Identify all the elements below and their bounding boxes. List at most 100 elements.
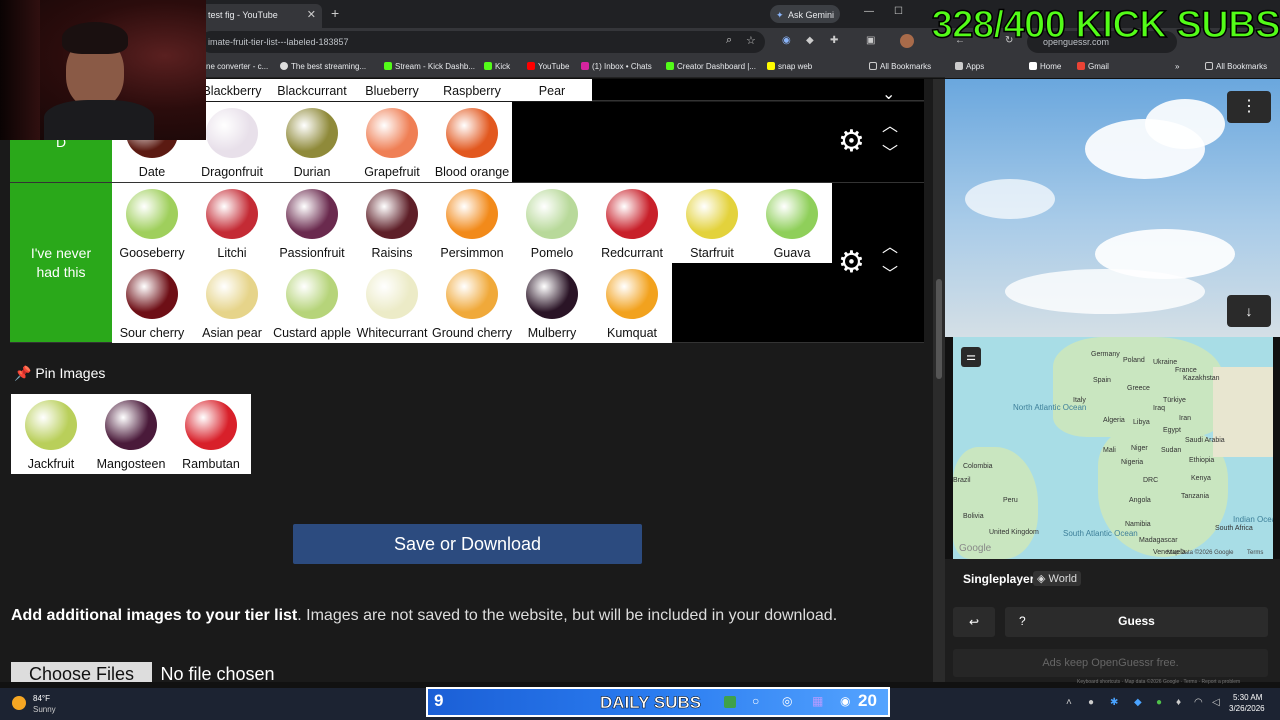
fruit-tile[interactable]: Guava <box>752 183 832 263</box>
puzzle-icon[interactable]: ✚ <box>830 35 838 46</box>
add-images-text: Add additional images to your tier list.… <box>11 607 837 625</box>
fruit-tile[interactable]: Gooseberry <box>112 183 192 263</box>
mic-icon[interactable]: ♦ <box>1176 697 1181 708</box>
fruit-tile[interactable]: Passionfruit <box>272 183 352 263</box>
chevron-up-icon[interactable]: ︿ <box>882 240 898 256</box>
tray-icon[interactable]: ● <box>1088 697 1094 708</box>
new-tab-button[interactable]: + <box>331 5 339 21</box>
tab-title: test fig - YouTube <box>208 10 278 20</box>
bookmark-item[interactable]: Stream - Kick Dashb... <box>384 62 475 71</box>
terms-link[interactable]: Terms <box>1247 550 1263 556</box>
gear-icon[interactable]: ⚙ <box>838 127 865 157</box>
chevron-down-icon[interactable]: ﹀ <box>882 267 898 283</box>
bookmark-item[interactable]: Kick <box>484 62 510 71</box>
sidepanel-icon[interactable]: ▣ <box>866 35 875 46</box>
address-bar[interactable]: imate-fruit-tier-list---labeled-183857 ⌕… <box>200 31 765 53</box>
save-download-button[interactable]: Save or Download <box>293 524 642 564</box>
fruit-tile[interactable]: Blood orange <box>432 102 512 182</box>
fruit-tile[interactable]: Blackcurrant <box>272 79 352 101</box>
fruit-tile[interactable]: Raspberry <box>432 79 512 101</box>
clock-time[interactable]: 5:30 AM <box>1233 693 1262 702</box>
pin-images-label: Pin Images <box>35 365 106 381</box>
chevron-up-icon[interactable]: ︿ <box>882 119 898 135</box>
app-icon[interactable]: ▦ <box>812 694 823 708</box>
bookmark-item[interactable]: The best streaming... <box>280 62 366 71</box>
active-tab[interactable]: test fig - YouTube ✕ <box>200 4 322 28</box>
bluetooth-icon[interactable]: ✱ <box>1110 697 1118 708</box>
fruit-tile[interactable]: Redcurrant <box>592 183 672 263</box>
chevron-up-icon[interactable]: ˄ <box>1066 697 1072 708</box>
star-icon[interactable]: ☆ <box>746 34 756 47</box>
chevron-down-icon[interactable]: ⌄ <box>882 87 895 103</box>
minimize-icon[interactable]: — <box>864 6 874 17</box>
chrome-icon[interactable]: ◉ <box>840 694 850 708</box>
fruit-label: Dragonfruit <box>201 165 263 179</box>
chevron-right-icon[interactable]: » <box>1175 62 1179 71</box>
bookmark-item[interactable]: (1) Inbox • Chats <box>581 62 652 71</box>
fruit-tile[interactable]: Pomelo <box>512 183 592 263</box>
all-bookmarks[interactable]: All Bookmarks <box>869 62 931 71</box>
app-icon[interactable] <box>724 696 736 708</box>
tray-icon[interactable]: ● <box>1156 697 1162 708</box>
extension-icon[interactable]: ◉ <box>782 35 791 46</box>
map-settings-icon[interactable]: ⚌ <box>961 347 981 367</box>
fruit-image <box>526 269 578 319</box>
gear-icon[interactable]: ⚙ <box>838 248 865 278</box>
bookmark-item[interactable]: snap web <box>767 62 812 71</box>
map-label: Colombia <box>963 463 993 470</box>
fruit-tile[interactable]: Raisins <box>352 183 432 263</box>
zoom-icon[interactable]: ⌕ <box>726 34 732 47</box>
bookmark-item[interactable]: ne converter - c... <box>206 62 268 71</box>
fruit-image <box>206 189 258 239</box>
undo-button[interactable]: ↩ <box>953 607 995 637</box>
bookmark-item[interactable]: Home <box>1029 62 1061 71</box>
fruit-tile[interactable]: Starfruit <box>672 183 752 263</box>
app-icon[interactable]: ◎ <box>782 694 792 708</box>
fruit-tile[interactable]: Kumquat <box>592 263 672 343</box>
volume-icon[interactable]: ◁ <box>1212 697 1220 708</box>
clock-date[interactable]: 3/26/2026 <box>1229 704 1265 713</box>
fruit-tile[interactable]: Asian pear <box>192 263 272 343</box>
close-icon[interactable]: ✕ <box>307 8 316 21</box>
fruit-tile[interactable]: Whitecurrant <box>352 263 432 343</box>
page-scrollbar[interactable] <box>933 79 945 682</box>
fruit-tile[interactable]: Mulberry <box>512 263 592 343</box>
app-icon[interactable]: ○ <box>752 694 759 708</box>
scroll-thumb[interactable] <box>936 279 942 379</box>
bookmark-item[interactable]: Creator Dashboard |... <box>666 62 756 71</box>
map-label: Spain <box>1093 377 1111 384</box>
all-bookmarks[interactable]: All Bookmarks <box>1205 62 1267 71</box>
chevron-down-icon[interactable]: ﹀ <box>882 146 898 162</box>
guess-button[interactable]: ? Guess <box>1005 607 1268 637</box>
wifi-icon[interactable]: ◠ <box>1194 697 1203 708</box>
fruit-tile[interactable]: Custard apple <box>272 263 352 343</box>
guess-map[interactable]: ⚌ Kazakhstan Türkiye Iran Algeria Libya Egypt… <box>953 337 1273 559</box>
fruit-tile[interactable]: Pear <box>512 79 592 101</box>
ask-gemini-button[interactable]: ✦ Ask Gemini <box>770 5 841 23</box>
fruit-image <box>105 400 157 450</box>
choose-files-button[interactable]: Choose Files <box>11 662 153 682</box>
tray-icon[interactable]: ◆ <box>1134 697 1142 708</box>
maximize-icon[interactable]: ☐ <box>894 6 903 17</box>
bookmark-item[interactable]: YouTube <box>527 62 569 71</box>
fruit-tile[interactable]: Durian <box>272 102 352 182</box>
street-view-panorama[interactable]: ⋮ ↓ <box>945 79 1280 337</box>
pinned-fruit-tile[interactable]: Rambutan <box>171 394 251 474</box>
fruit-tile[interactable]: Litchi <box>192 183 272 263</box>
extension-icon[interactable]: ◆ <box>806 35 814 46</box>
fruit-tile[interactable]: Blueberry <box>352 79 432 101</box>
fruit-tile[interactable]: Ground cherry <box>432 263 512 343</box>
fruit-label: Asian pear <box>202 326 262 340</box>
scope-badge[interactable]: ◈ World <box>1033 571 1082 586</box>
fruit-tile[interactable]: Grapefruit <box>352 102 432 182</box>
arrow-down-icon[interactable]: ↓ <box>1227 295 1271 327</box>
bookmark-item[interactable]: Apps <box>955 62 984 71</box>
pinned-fruit-tile[interactable]: Mangosteen <box>91 394 171 474</box>
fruit-tile[interactable]: Persimmon <box>432 183 512 263</box>
bookmark-item[interactable]: Gmail <box>1077 62 1109 71</box>
fruit-label: Custard apple <box>273 326 351 340</box>
pinned-fruit-tile[interactable]: Jackfruit <box>11 394 91 474</box>
fruit-tile[interactable]: Sour cherry <box>112 263 192 343</box>
more-options-icon[interactable]: ⋮ <box>1227 91 1271 123</box>
fruit-label: Pomelo <box>530 246 574 260</box>
